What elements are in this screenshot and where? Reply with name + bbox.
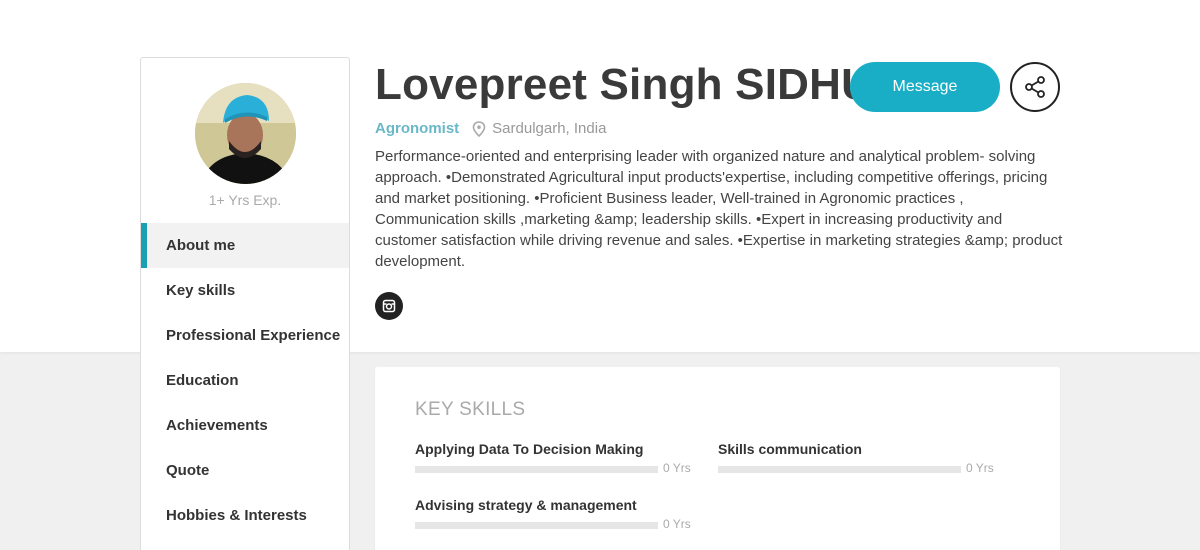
skill-progress-bar [415,466,658,473]
profile-location: Sardulgarh, India [492,120,607,137]
instagram-icon [382,299,396,313]
message-button[interactable]: Message [850,62,1000,112]
share-icon [1025,76,1045,98]
share-button[interactable] [1010,62,1060,112]
instagram-link[interactable] [375,292,403,320]
skill-item: Applying Data To Decision Making 0 Yrs [415,441,695,475]
skill-item: Advising strategy & management 0 Yrs [415,497,695,531]
skill-progress-bar [718,466,961,473]
sidebar-item-hobbies[interactable]: Hobbies & Interests [141,493,349,538]
profile-role: Agronomist [375,120,460,137]
profile-subline: Agronomist Sardulgarh, India [375,120,606,137]
sidebar-item-professional-experience[interactable]: Professional Experience [141,313,349,358]
avatar [195,83,296,184]
sidebar-item-quote[interactable]: Quote [141,448,349,493]
skill-name: Applying Data To Decision Making [415,441,644,457]
sidebar-item-key-skills[interactable]: Key skills [141,268,349,313]
skill-progress-bar [415,522,658,529]
sidebar-item-education[interactable]: Education [141,358,349,403]
key-skills-title: KEY SKILLS [415,399,526,420]
sidebar-item-about-me[interactable]: About me [141,223,349,268]
skill-years: 0 Yrs [663,461,691,475]
skill-name: Skills communication [718,441,862,457]
profile-bio: Performance-oriented and enterprising le… [375,148,1063,270]
skill-years: 0 Yrs [966,461,994,475]
skill-item: Skills communication 0 Yrs [718,441,998,475]
profile-sidebar: 1+ Yrs Exp. About me Key skills Professi… [140,57,350,550]
key-skills-card: KEY SKILLS Applying Data To Decision Mak… [375,367,1060,550]
sidebar-nav: About me Key skills Professional Experie… [141,223,349,538]
experience-label: 1+ Yrs Exp. [208,192,282,208]
skill-years: 0 Yrs [663,517,691,531]
skill-name: Advising strategy & management [415,497,637,513]
sidebar-item-achievements[interactable]: Achievements [141,403,349,448]
profile-name: Lovepreet Singh SIDHU [375,60,874,109]
location-pin-icon [472,120,486,137]
